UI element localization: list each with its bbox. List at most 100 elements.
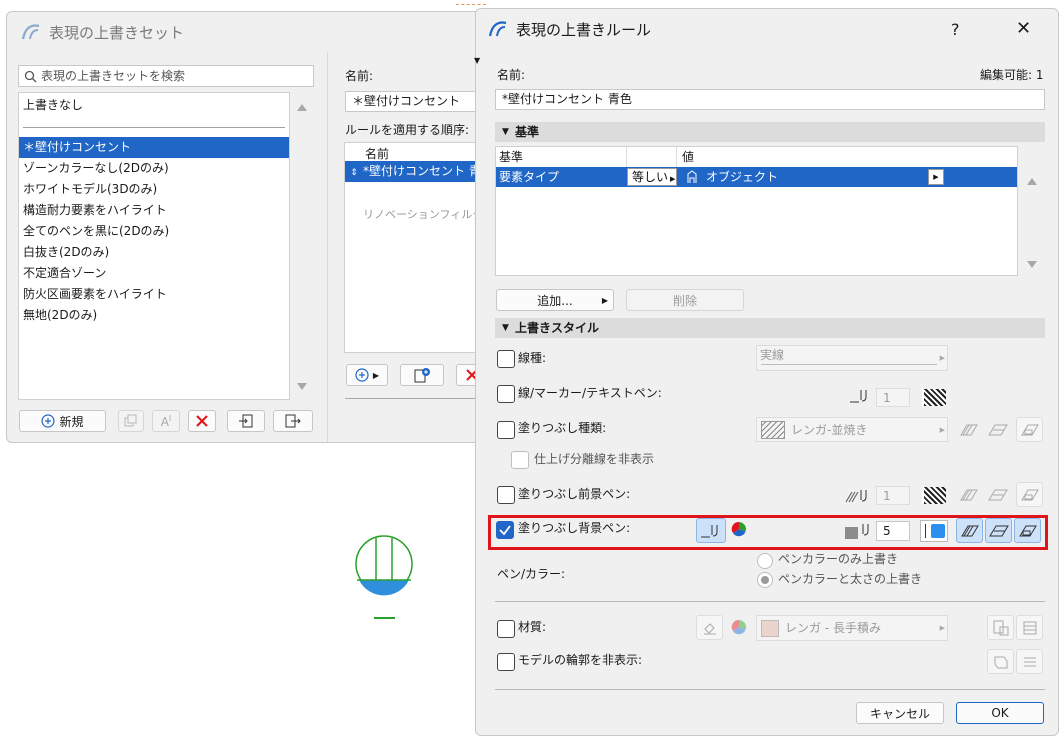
hide-separation-checkbox[interactable]: [511, 451, 529, 469]
list-item[interactable]: 全てのペンを黒に(2Dのみ): [19, 221, 289, 242]
pen-icon: [862, 524, 869, 536]
criteria-table[interactable]: 基準 値 要素タイプ 等しい ▶ オブジェクト ▶: [495, 146, 1018, 276]
delete-criteria-button[interactable]: 削除: [626, 289, 744, 311]
fill-bg-pen-number[interactable]: 5: [876, 521, 910, 541]
delete-set-button[interactable]: [188, 410, 216, 432]
material-checkbox[interactable]: [497, 620, 515, 638]
list-item[interactable]: 構造耐力要素をハイライト: [19, 200, 289, 221]
fill-draft-icon[interactable]: [960, 488, 978, 502]
list-item[interactable]: 防火区画要素をハイライト: [19, 284, 289, 305]
line-pen-swatch[interactable]: [922, 389, 946, 406]
fill-cover-icon[interactable]: [988, 488, 1008, 502]
ok-button[interactable]: OK: [956, 702, 1044, 724]
fill-fg-pen-swatch[interactable]: [922, 487, 946, 504]
fill-fg-mode-icons: [958, 482, 1044, 508]
scroll-down-icon[interactable]: [1026, 260, 1038, 270]
override-style-section-header[interactable]: ▼ 上書きスタイル: [495, 318, 1045, 338]
list-scrollbar[interactable]: [292, 92, 312, 400]
criteria-row-type: 要素タイプ: [499, 170, 560, 184]
rules-header-name: 名前: [365, 147, 390, 161]
fill-cut-button[interactable]: [1014, 518, 1041, 543]
criteria-header-label: 基準: [515, 125, 540, 139]
rule-row[interactable]: ⇕ *壁付けコンセント 青色: [345, 161, 493, 182]
color-wheel-icon[interactable]: [731, 619, 747, 635]
rule-order-list[interactable]: 名前 ⇕ *壁付けコンセント 青色 リノベーションフィルタによ: [344, 142, 505, 353]
fill-bg-pen-swatch[interactable]: [920, 520, 948, 542]
fill-cut-button[interactable]: [1016, 417, 1043, 442]
import-set-button[interactable]: [227, 410, 265, 432]
list-item[interactable]: 無地(2Dのみ): [19, 305, 289, 326]
delete-criteria-label: 削除: [672, 293, 697, 308]
fill-bg-pen-label: 塗りつぶし背景ペン:: [518, 521, 631, 535]
fill-cover-icon[interactable]: [988, 423, 1008, 437]
add-rule-button[interactable]: ▶: [346, 364, 388, 386]
fill-draft-icon[interactable]: [960, 423, 978, 437]
material-value: レンガ - 長手積み: [785, 621, 881, 635]
fill-fg-pen-number[interactable]: 1: [876, 486, 910, 505]
help-button[interactable]: ?: [951, 20, 960, 39]
scroll-down-icon[interactable]: [296, 382, 308, 392]
fill-cut-button[interactable]: [1016, 482, 1043, 507]
rules-library-button[interactable]: [400, 364, 444, 386]
override-set-list[interactable]: 上書きなし ＊壁付けコンセント ゾーンカラーなし(2Dのみ) ホワイトモデル(3…: [18, 92, 290, 400]
set-name-field[interactable]: ＊壁付けコンセント: [345, 91, 495, 112]
fill-fg-pen-checkbox[interactable]: [497, 486, 515, 504]
fill-draft-button[interactable]: [956, 518, 983, 543]
material-override-button[interactable]: [987, 615, 1014, 640]
list-item[interactable]: 白抜き(2Dのみ): [19, 242, 289, 263]
reorder-handle-icon[interactable]: ⇕: [345, 163, 363, 184]
rename-set-button[interactable]: AI: [152, 410, 180, 432]
material-popup[interactable]: レンガ - 長手積み ▶: [756, 615, 948, 641]
material-swatch: [761, 620, 779, 637]
criteria-row[interactable]: 要素タイプ 等しい ▶ オブジェクト ▶: [496, 167, 1017, 187]
list-item[interactable]: ゾーンカラーなし(2Dのみ): [19, 158, 289, 179]
cancel-button[interactable]: キャンセル: [856, 702, 944, 724]
line-pen-number[interactable]: 1: [876, 388, 910, 407]
operator-popup[interactable]: 等しい ▶: [627, 168, 677, 186]
left-bottom-divider: [345, 398, 495, 399]
collapse-triangle-icon[interactable]: ▼: [502, 318, 509, 338]
scroll-up-icon[interactable]: [1026, 176, 1038, 186]
value-picker-button[interactable]: ▶: [928, 169, 944, 185]
collapse-triangle-icon[interactable]: ▼: [502, 122, 509, 142]
scroll-up-icon[interactable]: [296, 102, 308, 112]
add-criteria-button[interactable]: 追加... ▶: [496, 289, 614, 311]
dialog-corner-marker: ▼: [474, 56, 481, 65]
list-item[interactable]: ホワイトモデル(3Dのみ): [19, 179, 289, 200]
line-type-popup[interactable]: 実線 ▶: [756, 345, 948, 371]
criteria-section-header[interactable]: ▼ 基準: [495, 122, 1045, 142]
pen-color-only-radio[interactable]: [757, 553, 773, 569]
fill-bg-pen-checkbox[interactable]: [496, 521, 514, 539]
duplicate-set-button[interactable]: [118, 410, 144, 432]
window-title: 表現の上書きセット: [49, 23, 185, 42]
list-item[interactable]: ＊壁付けコンセント: [19, 137, 289, 158]
material-surface-button[interactable]: [1016, 615, 1043, 640]
list-item-no-override[interactable]: 上書きなし: [19, 95, 289, 116]
contour-surface-button[interactable]: [1016, 649, 1043, 674]
fill-cover-button[interactable]: [985, 518, 1012, 543]
override-style-header-label: 上書きスタイル: [515, 321, 600, 335]
hide-contour-checkbox[interactable]: [497, 653, 515, 671]
line-type-checkbox[interactable]: [497, 350, 515, 368]
pen-color-swatch: [931, 524, 945, 538]
color-wheel-icon[interactable]: [731, 521, 747, 537]
fill-type-popup[interactable]: レンガ-並焼き ▶: [756, 417, 948, 442]
pen-color-weight-radio[interactable]: [757, 572, 773, 588]
material-picker-button[interactable]: [696, 615, 723, 640]
fill-type-checkbox[interactable]: [497, 421, 515, 439]
duplicate-icon: [124, 414, 137, 427]
pen-mode-button[interactable]: [696, 518, 726, 543]
list-item[interactable]: 不定適合ゾーン: [19, 263, 289, 284]
rule-name-field[interactable]: *壁付けコンセント 青色: [495, 89, 1045, 110]
dialog-titlebar[interactable]: 表現の上書きルール ? ✕: [476, 9, 1058, 49]
close-icon[interactable]: ✕: [1016, 18, 1031, 39]
new-set-button[interactable]: 新規: [19, 410, 106, 432]
paint-bucket-icon: [703, 622, 716, 634]
contour-option-button[interactable]: [987, 649, 1014, 674]
fill-cut-icon: [1020, 489, 1039, 500]
line-pen-checkbox[interactable]: [497, 385, 515, 403]
set-search-input[interactable]: 表現の上書きセットを検索: [18, 65, 314, 87]
export-set-button[interactable]: [273, 410, 313, 432]
fill-cover-icon: [988, 525, 1009, 536]
override-sets-titlebar[interactable]: 表現の上書きセット: [7, 12, 525, 52]
